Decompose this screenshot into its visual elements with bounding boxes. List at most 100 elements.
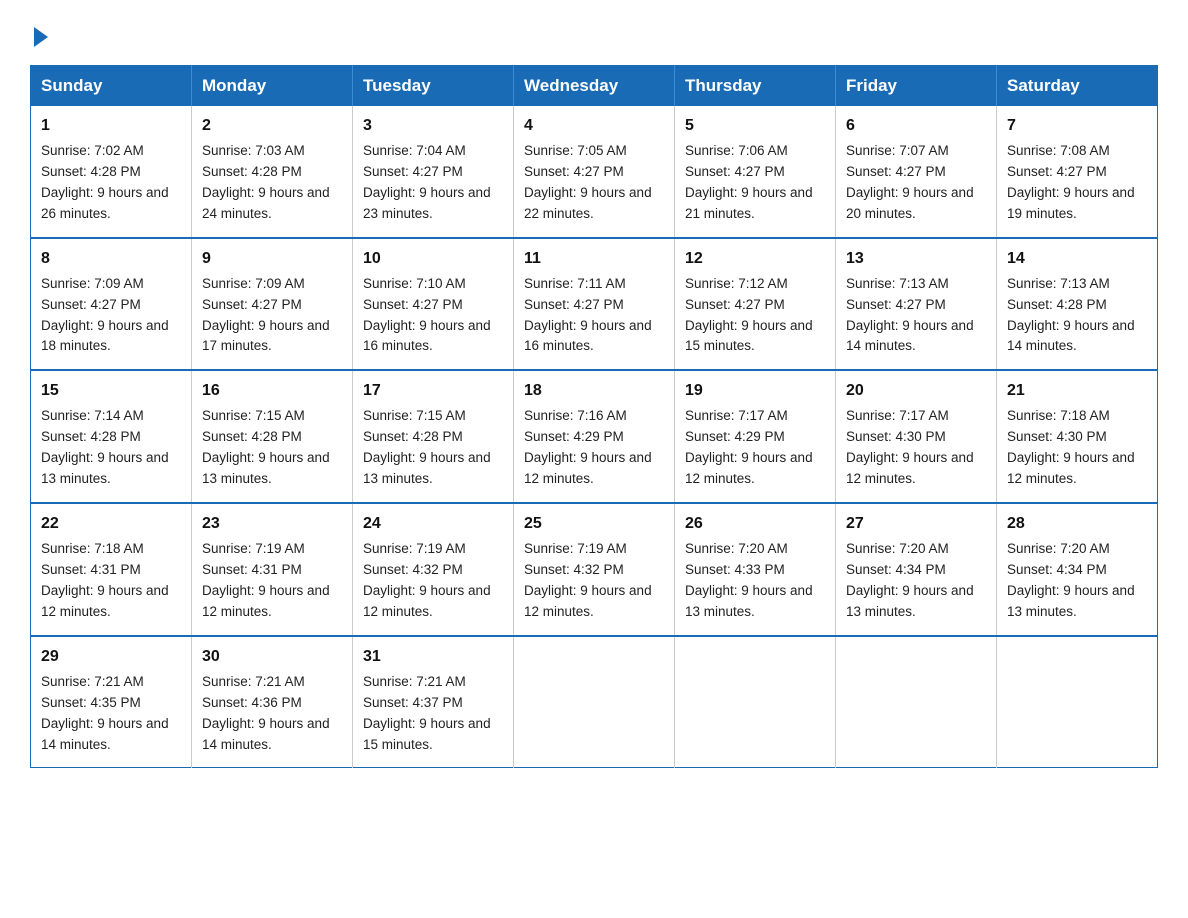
day-number: 20 <box>846 379 986 403</box>
day-info: Sunrise: 7:19 AMSunset: 4:32 PMDaylight:… <box>524 539 664 623</box>
calendar-cell: 13 Sunrise: 7:13 AMSunset: 4:27 PMDaylig… <box>836 238 997 371</box>
day-number: 19 <box>685 379 825 403</box>
calendar-cell: 22 Sunrise: 7:18 AMSunset: 4:31 PMDaylig… <box>31 503 192 636</box>
calendar-cell <box>514 636 675 768</box>
calendar-cell: 10 Sunrise: 7:10 AMSunset: 4:27 PMDaylig… <box>353 238 514 371</box>
header-row: SundayMondayTuesdayWednesdayThursdayFrid… <box>31 66 1158 107</box>
day-info: Sunrise: 7:20 AMSunset: 4:34 PMDaylight:… <box>1007 539 1147 623</box>
day-number: 22 <box>41 512 181 536</box>
day-number: 23 <box>202 512 342 536</box>
day-info: Sunrise: 7:11 AMSunset: 4:27 PMDaylight:… <box>524 274 664 358</box>
day-of-week-header: Tuesday <box>353 66 514 107</box>
calendar-cell: 15 Sunrise: 7:14 AMSunset: 4:28 PMDaylig… <box>31 370 192 503</box>
calendar-cell: 4 Sunrise: 7:05 AMSunset: 4:27 PMDayligh… <box>514 106 675 238</box>
day-number: 10 <box>363 247 503 271</box>
logo-arrow-icon <box>34 27 48 47</box>
day-number: 29 <box>41 645 181 669</box>
calendar-cell: 27 Sunrise: 7:20 AMSunset: 4:34 PMDaylig… <box>836 503 997 636</box>
day-number: 13 <box>846 247 986 271</box>
calendar-week-row: 22 Sunrise: 7:18 AMSunset: 4:31 PMDaylig… <box>31 503 1158 636</box>
calendar-cell: 14 Sunrise: 7:13 AMSunset: 4:28 PMDaylig… <box>997 238 1158 371</box>
day-of-week-header: Monday <box>192 66 353 107</box>
calendar-cell: 12 Sunrise: 7:12 AMSunset: 4:27 PMDaylig… <box>675 238 836 371</box>
day-info: Sunrise: 7:03 AMSunset: 4:28 PMDaylight:… <box>202 141 342 225</box>
logo <box>30 20 48 47</box>
day-number: 21 <box>1007 379 1147 403</box>
day-info: Sunrise: 7:19 AMSunset: 4:32 PMDaylight:… <box>363 539 503 623</box>
calendar-week-row: 29 Sunrise: 7:21 AMSunset: 4:35 PMDaylig… <box>31 636 1158 768</box>
day-info: Sunrise: 7:09 AMSunset: 4:27 PMDaylight:… <box>202 274 342 358</box>
day-info: Sunrise: 7:10 AMSunset: 4:27 PMDaylight:… <box>363 274 503 358</box>
day-info: Sunrise: 7:21 AMSunset: 4:37 PMDaylight:… <box>363 672 503 756</box>
calendar-cell: 19 Sunrise: 7:17 AMSunset: 4:29 PMDaylig… <box>675 370 836 503</box>
calendar-cell: 11 Sunrise: 7:11 AMSunset: 4:27 PMDaylig… <box>514 238 675 371</box>
day-of-week-header: Thursday <box>675 66 836 107</box>
day-number: 26 <box>685 512 825 536</box>
day-number: 7 <box>1007 114 1147 138</box>
day-info: Sunrise: 7:20 AMSunset: 4:34 PMDaylight:… <box>846 539 986 623</box>
day-of-week-header: Friday <box>836 66 997 107</box>
calendar-cell <box>675 636 836 768</box>
day-info: Sunrise: 7:18 AMSunset: 4:30 PMDaylight:… <box>1007 406 1147 490</box>
day-info: Sunrise: 7:19 AMSunset: 4:31 PMDaylight:… <box>202 539 342 623</box>
day-number: 17 <box>363 379 503 403</box>
calendar-cell: 3 Sunrise: 7:04 AMSunset: 4:27 PMDayligh… <box>353 106 514 238</box>
calendar-cell: 7 Sunrise: 7:08 AMSunset: 4:27 PMDayligh… <box>997 106 1158 238</box>
day-of-week-header: Saturday <box>997 66 1158 107</box>
day-info: Sunrise: 7:07 AMSunset: 4:27 PMDaylight:… <box>846 141 986 225</box>
calendar-header: SundayMondayTuesdayWednesdayThursdayFrid… <box>31 66 1158 107</box>
calendar-cell: 23 Sunrise: 7:19 AMSunset: 4:31 PMDaylig… <box>192 503 353 636</box>
day-number: 14 <box>1007 247 1147 271</box>
day-info: Sunrise: 7:13 AMSunset: 4:28 PMDaylight:… <box>1007 274 1147 358</box>
day-number: 24 <box>363 512 503 536</box>
day-info: Sunrise: 7:15 AMSunset: 4:28 PMDaylight:… <box>363 406 503 490</box>
calendar-week-row: 15 Sunrise: 7:14 AMSunset: 4:28 PMDaylig… <box>31 370 1158 503</box>
day-info: Sunrise: 7:18 AMSunset: 4:31 PMDaylight:… <box>41 539 181 623</box>
day-info: Sunrise: 7:08 AMSunset: 4:27 PMDaylight:… <box>1007 141 1147 225</box>
day-info: Sunrise: 7:17 AMSunset: 4:29 PMDaylight:… <box>685 406 825 490</box>
day-number: 9 <box>202 247 342 271</box>
calendar-week-row: 8 Sunrise: 7:09 AMSunset: 4:27 PMDayligh… <box>31 238 1158 371</box>
day-number: 5 <box>685 114 825 138</box>
calendar-cell: 29 Sunrise: 7:21 AMSunset: 4:35 PMDaylig… <box>31 636 192 768</box>
day-info: Sunrise: 7:12 AMSunset: 4:27 PMDaylight:… <box>685 274 825 358</box>
day-number: 30 <box>202 645 342 669</box>
calendar-cell: 6 Sunrise: 7:07 AMSunset: 4:27 PMDayligh… <box>836 106 997 238</box>
day-number: 27 <box>846 512 986 536</box>
calendar-cell: 24 Sunrise: 7:19 AMSunset: 4:32 PMDaylig… <box>353 503 514 636</box>
day-number: 31 <box>363 645 503 669</box>
calendar-cell: 28 Sunrise: 7:20 AMSunset: 4:34 PMDaylig… <box>997 503 1158 636</box>
day-number: 28 <box>1007 512 1147 536</box>
day-info: Sunrise: 7:02 AMSunset: 4:28 PMDaylight:… <box>41 141 181 225</box>
day-number: 6 <box>846 114 986 138</box>
day-number: 3 <box>363 114 503 138</box>
calendar-cell: 25 Sunrise: 7:19 AMSunset: 4:32 PMDaylig… <box>514 503 675 636</box>
calendar-cell <box>836 636 997 768</box>
calendar-cell: 30 Sunrise: 7:21 AMSunset: 4:36 PMDaylig… <box>192 636 353 768</box>
day-info: Sunrise: 7:16 AMSunset: 4:29 PMDaylight:… <box>524 406 664 490</box>
day-number: 11 <box>524 247 664 271</box>
day-number: 12 <box>685 247 825 271</box>
calendar-cell: 5 Sunrise: 7:06 AMSunset: 4:27 PMDayligh… <box>675 106 836 238</box>
day-info: Sunrise: 7:09 AMSunset: 4:27 PMDaylight:… <box>41 274 181 358</box>
calendar-cell: 17 Sunrise: 7:15 AMSunset: 4:28 PMDaylig… <box>353 370 514 503</box>
day-of-week-header: Wednesday <box>514 66 675 107</box>
day-info: Sunrise: 7:05 AMSunset: 4:27 PMDaylight:… <box>524 141 664 225</box>
day-number: 8 <box>41 247 181 271</box>
page-header <box>30 20 1158 47</box>
calendar-cell: 9 Sunrise: 7:09 AMSunset: 4:27 PMDayligh… <box>192 238 353 371</box>
day-info: Sunrise: 7:20 AMSunset: 4:33 PMDaylight:… <box>685 539 825 623</box>
calendar-cell: 16 Sunrise: 7:15 AMSunset: 4:28 PMDaylig… <box>192 370 353 503</box>
day-number: 2 <box>202 114 342 138</box>
calendar-cell: 31 Sunrise: 7:21 AMSunset: 4:37 PMDaylig… <box>353 636 514 768</box>
calendar-table: SundayMondayTuesdayWednesdayThursdayFrid… <box>30 65 1158 768</box>
day-info: Sunrise: 7:15 AMSunset: 4:28 PMDaylight:… <box>202 406 342 490</box>
day-number: 4 <box>524 114 664 138</box>
day-info: Sunrise: 7:14 AMSunset: 4:28 PMDaylight:… <box>41 406 181 490</box>
calendar-body: 1 Sunrise: 7:02 AMSunset: 4:28 PMDayligh… <box>31 106 1158 768</box>
day-of-week-header: Sunday <box>31 66 192 107</box>
calendar-week-row: 1 Sunrise: 7:02 AMSunset: 4:28 PMDayligh… <box>31 106 1158 238</box>
day-number: 15 <box>41 379 181 403</box>
day-info: Sunrise: 7:21 AMSunset: 4:36 PMDaylight:… <box>202 672 342 756</box>
day-info: Sunrise: 7:17 AMSunset: 4:30 PMDaylight:… <box>846 406 986 490</box>
